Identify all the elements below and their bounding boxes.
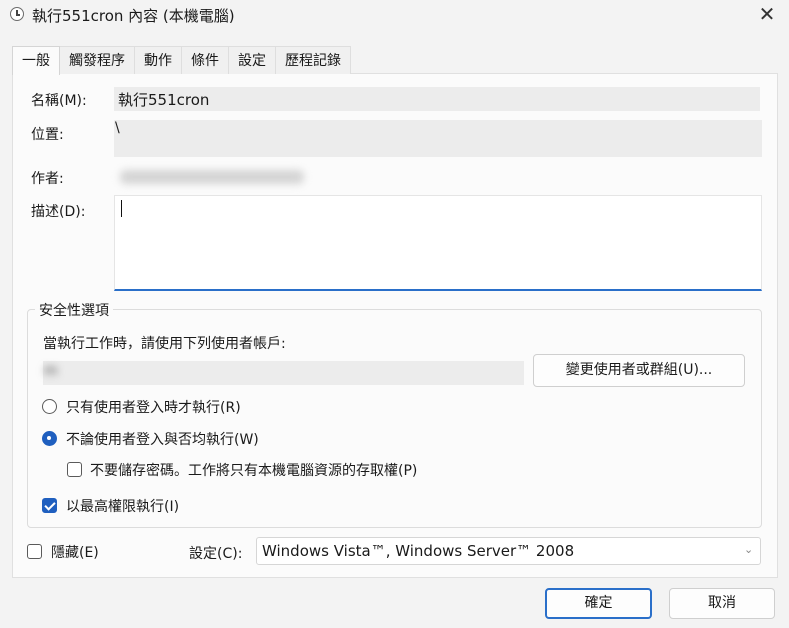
- tab-general[interactable]: 一般: [12, 46, 60, 75]
- dont-store-password-checkbox[interactable]: [67, 462, 82, 477]
- highest-privileges-checkbox[interactable]: [42, 498, 57, 513]
- radio-logged-on-only-label[interactable]: 只有使用者登入時才執行(R): [66, 397, 241, 417]
- highest-privileges-label[interactable]: 以最高權限執行(I): [66, 496, 179, 516]
- name-field[interactable]: [114, 87, 760, 111]
- name-value: 執行551cron: [118, 91, 210, 109]
- ok-button[interactable]: 確定: [545, 588, 652, 619]
- description-label: 描述(D):: [31, 204, 86, 220]
- hidden-label[interactable]: 隱藏(E): [51, 542, 99, 562]
- tab-actions[interactable]: 動作: [134, 46, 182, 74]
- dont-store-password-label[interactable]: 不要儲存密碼。工作將只有本機電腦資源的存取權(P): [90, 460, 417, 480]
- location-label: 位置:: [31, 127, 64, 143]
- tab-triggers[interactable]: 觸發程序: [59, 46, 135, 74]
- tab-history[interactable]: 歷程記錄: [275, 46, 351, 74]
- location-value: \: [115, 120, 120, 136]
- cancel-button[interactable]: 取消: [669, 588, 775, 619]
- location-field: [114, 120, 762, 157]
- tab-strip: 一般 觸發程序 動作 條件 設定 歷程記錄: [12, 46, 351, 75]
- author-label: 作者:: [31, 171, 64, 187]
- name-label: 名稱(M):: [31, 93, 87, 109]
- configure-select-value: Windows Vista™, Windows Server™ 2008: [262, 542, 575, 560]
- hidden-checkbox[interactable]: [27, 544, 42, 559]
- tab-conditions[interactable]: 條件: [181, 46, 229, 74]
- radio-whether-logged-on[interactable]: [42, 431, 57, 446]
- run-as-prompt: 當執行工作時，請使用下列使用者帳戶:: [43, 336, 286, 352]
- radio-whether-logged-on-label[interactable]: 不論使用者登入與否均執行(W): [66, 429, 259, 449]
- radio-logged-on-only[interactable]: [42, 399, 57, 414]
- chevron-down-icon: ⌄: [744, 543, 754, 556]
- description-textarea[interactable]: [114, 195, 762, 291]
- author-value-redacted: [120, 170, 304, 184]
- text-caret: [121, 200, 122, 217]
- close-button[interactable]: ✕: [752, 0, 782, 30]
- account-field: [43, 361, 524, 385]
- configure-label: 設定(C):: [189, 546, 243, 562]
- account-value: m: [44, 363, 58, 379]
- clock-icon: [10, 7, 24, 21]
- tab-settings[interactable]: 設定: [228, 46, 276, 74]
- window-title: 執行551cron 內容 (本機電腦): [32, 7, 235, 25]
- security-group-title: 安全性選項: [35, 300, 113, 320]
- change-user-button[interactable]: 變更使用者或群組(U)...: [533, 354, 745, 387]
